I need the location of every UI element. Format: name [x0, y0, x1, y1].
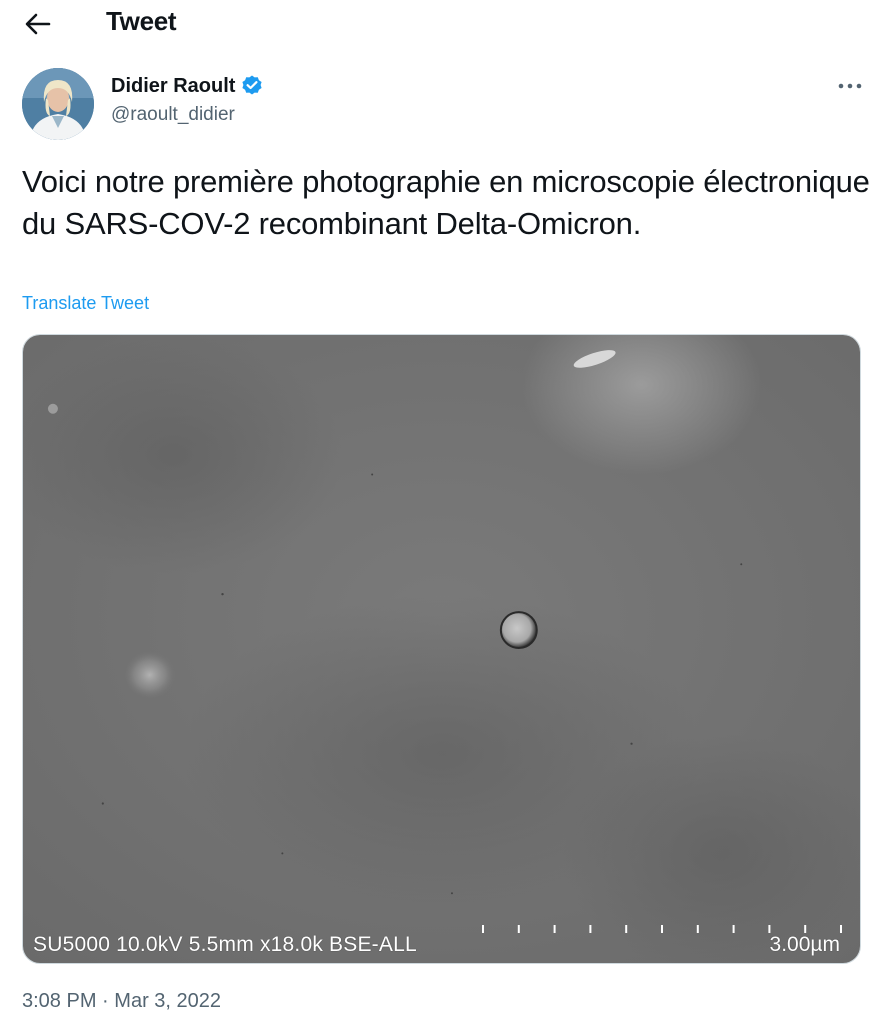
back-button[interactable]: [18, 6, 58, 42]
author-name[interactable]: Didier Raoult: [111, 75, 235, 98]
verified-badge-icon: [242, 75, 263, 95]
scale-bar: [482, 925, 842, 933]
tweet-media-image[interactable]: SU5000 10.0kV 5.5mm x18.0k BSE-ALL 3.00µ…: [22, 334, 861, 964]
tweet-text: Voici notre première photographie en mic…: [22, 164, 870, 241]
tweet-author: Didier Raoult @raoult_didier: [0, 64, 894, 144]
tweet-time[interactable]: 3:08 PM: [22, 990, 96, 1012]
translate-tweet-link[interactable]: Translate Tweet: [22, 293, 149, 314]
more-button[interactable]: [832, 72, 868, 100]
microscopy-image: [23, 335, 860, 963]
arrow-left-icon: [25, 13, 51, 35]
more-horizontal-icon: [838, 83, 862, 89]
top-header: Tweet: [0, 0, 894, 50]
timestamp-separator: ·: [102, 990, 109, 1012]
microscope-caption: SU5000 10.0kV 5.5mm x18.0k BSE-ALL: [33, 933, 417, 956]
tweet-timestamp: 3:08 PM · Mar 3, 2022: [22, 990, 221, 1013]
avatar[interactable]: [22, 68, 94, 140]
author-handle[interactable]: @raoult_didier: [111, 104, 235, 126]
scale-label: 3.00µm: [769, 933, 840, 956]
page-title: Tweet: [106, 6, 177, 36]
tweet-date[interactable]: Mar 3, 2022: [114, 990, 221, 1012]
